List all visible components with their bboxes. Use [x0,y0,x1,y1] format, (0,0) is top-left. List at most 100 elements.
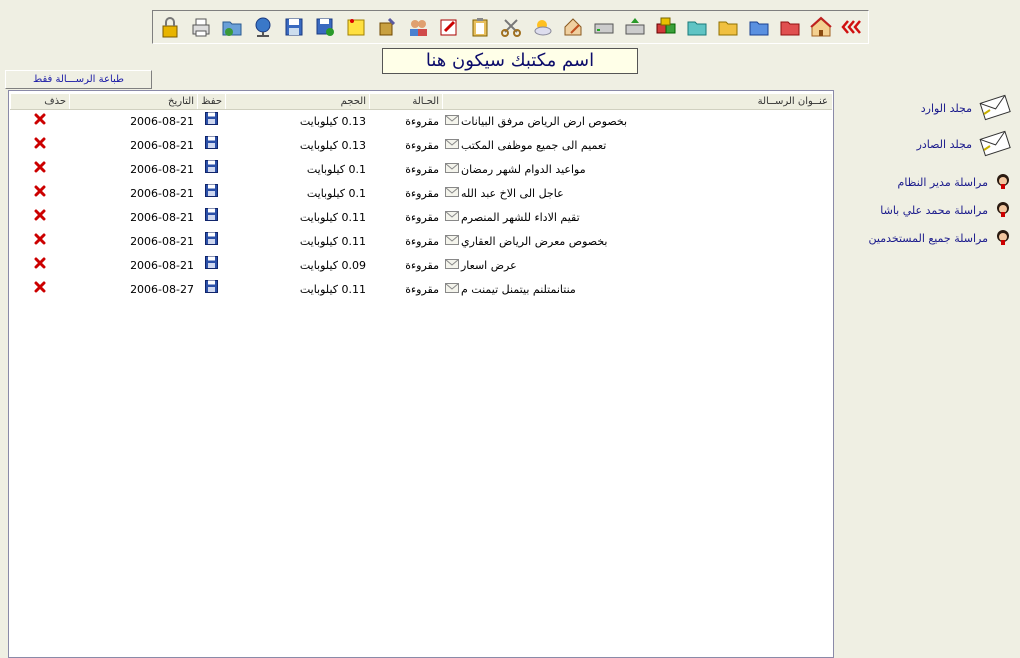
tools-icon [375,15,399,39]
table-row[interactable]: تقيم الاداء للشهر المنصرم مقروءة 0.11 كيلو… [9,206,833,230]
message-title[interactable]: مواعيد الدوام لشهر رمضان [461,158,586,182]
table-row[interactable]: عرض اسعار مقروءة 0.09 كيلوبايت 2006-08-21 [9,254,833,278]
message-title[interactable]: تقيم الاداء للشهر المنصرم [461,206,580,230]
header-title[interactable]: عنــوان الرســالة [442,94,831,109]
contact-mohamed-ali[interactable]: مراسلة محمد علي باشا [880,200,1012,221]
edit-button[interactable] [434,12,464,42]
message-status: مقروءة [405,259,439,272]
delete-message-button[interactable] [10,230,69,254]
sticky-note-button[interactable] [341,12,371,42]
message-status: مقروءة [405,187,439,200]
print-message-button[interactable]: طباعة الرســـالة فقط [5,70,152,89]
delete-message-button[interactable] [10,182,69,206]
floppy-icon [204,134,218,158]
message-date: 2006-08-27 [130,283,194,296]
table-row[interactable]: مواعيد الدوام لشهر رمضان مقروءة 0.1 كيلوبا… [9,158,833,182]
save-button[interactable] [310,12,340,42]
delete-message-button[interactable] [10,278,69,302]
clipboard-button[interactable] [465,12,495,42]
home-edit-button[interactable] [558,12,588,42]
message-title[interactable]: عرض اسعار [461,254,517,278]
delete-message-button[interactable] [10,206,69,230]
floppy-icon [204,230,218,254]
save-message-button[interactable] [197,206,225,230]
contact-label: مراسلة محمد علي باشا [880,204,988,217]
scissors-icon [499,15,523,39]
person-icon [994,172,1012,193]
outbox-envelope-icon [978,128,1012,161]
message-title[interactable]: تعميم الى جميع موظفى المكتب [461,134,606,158]
header-status[interactable]: الحـالة [369,94,442,109]
message-title[interactable]: منتانمتلنم بيتمنل تيمنت م [461,278,576,302]
drive-upload-button[interactable] [620,12,650,42]
outbox-folder-label: مجلد الصادر [916,138,972,151]
contact-system-admin[interactable]: مراسلة مدير النظام [898,172,1012,193]
floppy-button[interactable] [279,12,309,42]
save-message-button[interactable] [197,254,225,278]
network-button[interactable] [248,12,278,42]
inbox-folder-label: مجلد الوارد [920,102,972,115]
home-icon [809,15,833,39]
message-title-cell[interactable]: منتانمتلنم بيتمنل تيمنت م [442,278,831,302]
envelope-icon [445,206,459,230]
boxes-button[interactable] [651,12,681,42]
message-size: 0.13 كيلوبايت [299,139,366,152]
message-title-cell[interactable]: مواعيد الدوام لشهر رمضان [442,158,831,182]
message-title-cell[interactable]: بخصوص معرض الرياض العقاري [442,230,831,254]
save-message-button[interactable] [197,230,225,254]
table-row[interactable]: منتانمتلنم بيتمنل تيمنت م مقروءة 0.11 كيلو… [9,278,833,302]
header-size[interactable]: الحجم [225,94,369,109]
message-size: 0.09 كيلوبايت [299,259,366,272]
floppy-icon [204,278,218,302]
table-row[interactable]: بخصوص ارض الرياض مرفق البيانات مقروءة 0.13… [9,110,833,134]
message-status: مقروءة [405,235,439,248]
delete-message-button[interactable] [10,134,69,158]
message-title[interactable]: بخصوص ارض الرياض مرفق البيانات [461,110,627,134]
delete-message-button[interactable] [10,254,69,278]
header-save[interactable]: حفظ [197,94,225,109]
save-message-button[interactable] [197,278,225,302]
message-title[interactable]: بخصوص معرض الرياض العقاري [461,230,607,254]
contact-all-users[interactable]: مراسلة جميع المستخدمين [869,228,1012,249]
table-row[interactable]: تعميم الى جميع موظفى المكتب مقروءة 0.13 كي… [9,134,833,158]
message-title-cell[interactable]: عاجل الى الاخ عبد الله [442,182,831,206]
message-title-cell[interactable]: تعميم الى جميع موظفى المكتب [442,134,831,158]
outbox-folder-link[interactable]: مجلد الصادر [917,128,1012,161]
message-title-cell[interactable]: عرض اسعار [442,254,831,278]
weather-button[interactable] [527,12,557,42]
message-status: مقروءة [405,211,439,224]
folder-teal-button[interactable] [682,12,712,42]
users-button[interactable] [403,12,433,42]
table-row[interactable]: عاجل الى الاخ عبد الله مقروءة 0.1 كيلوبايت… [9,182,833,206]
home-button[interactable] [806,12,836,42]
message-size: 0.11 كيلوبايت [299,211,366,224]
header-date[interactable]: التاريخ [69,94,197,109]
message-date: 2006-08-21 [130,139,194,152]
message-title-cell[interactable]: بخصوص ارض الرياض مرفق البيانات [442,110,831,134]
printer-button[interactable] [186,12,216,42]
save-message-button[interactable] [197,110,225,134]
folder-red-button[interactable] [775,12,805,42]
folder-yellow-button[interactable] [713,12,743,42]
tools-button[interactable] [372,12,402,42]
save-message-button[interactable] [197,158,225,182]
save-message-button[interactable] [197,134,225,158]
back-arrows-button[interactable] [837,12,867,42]
header-delete[interactable]: حذف [10,94,69,109]
folder-blue-button[interactable] [744,12,774,42]
save-message-button[interactable] [197,182,225,206]
message-size: 0.1 كيلوبايت [306,187,366,200]
message-title-cell[interactable]: تقيم الاداء للشهر المنصرم [442,206,831,230]
drive-button[interactable] [589,12,619,42]
delete-message-button[interactable] [10,158,69,182]
lock-button[interactable] [155,12,185,42]
delete-message-button[interactable] [10,110,69,134]
table-row[interactable]: بخصوص معرض الرياض العقاري مقروءة 0.11 كيلو… [9,230,833,254]
message-title[interactable]: عاجل الى الاخ عبد الله [461,182,564,206]
folder-teal-icon [685,15,709,39]
scissors-button[interactable] [496,12,526,42]
floppy-icon [204,182,218,206]
message-size: 0.11 كيلوبايت [299,235,366,248]
folder-sync-button[interactable] [217,12,247,42]
inbox-folder-link[interactable]: مجلد الوارد [921,92,1012,125]
